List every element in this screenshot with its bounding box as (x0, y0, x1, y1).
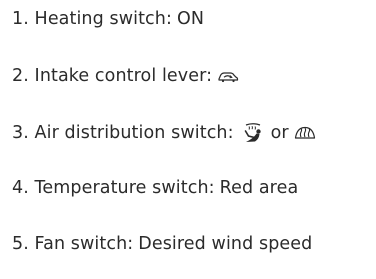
step-temperature-switch: 4. Temperature switch: Red area (12, 177, 298, 199)
step-value: Red area (219, 178, 299, 198)
step-intake-control-lever: 2. Intake control lever: (12, 65, 239, 87)
step-value: Desired wind speed (138, 234, 313, 254)
step-label: 4. Temperature switch: (12, 178, 215, 198)
step-label: 3. Air distribution switch: (12, 123, 234, 143)
step-fan-switch: 5. Fan switch: Desired wind speed (12, 233, 312, 255)
recirculation-car-icon (217, 69, 239, 83)
step-label: 1. Heating switch: (12, 9, 172, 29)
connector-text: or (270, 123, 289, 143)
step-label: 5. Fan switch: (12, 234, 134, 254)
step-label: 2. Intake control lever: (12, 66, 213, 86)
step-value: ON (176, 9, 205, 29)
step-air-distribution-switch: 3. Air distribution switch: or (12, 122, 316, 144)
step-heating-switch: 1. Heating switch: ON (12, 8, 204, 30)
windshield-defrost-icon (294, 125, 316, 141)
foot-defrost-icon (242, 122, 264, 144)
